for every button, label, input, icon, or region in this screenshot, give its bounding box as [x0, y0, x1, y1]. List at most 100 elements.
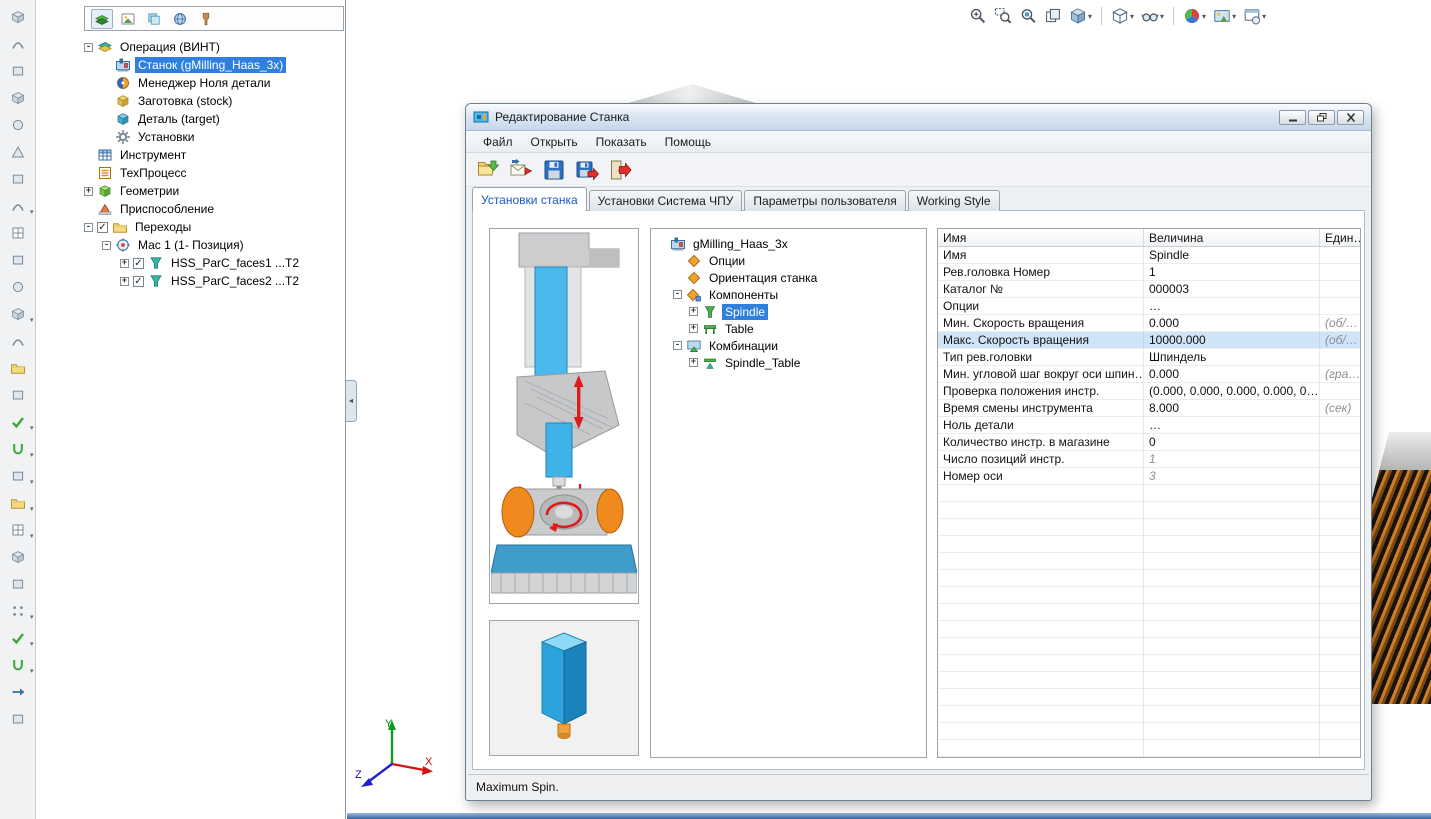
- property-row[interactable]: Каталог № 000003: [938, 281, 1360, 298]
- left-toolbar-button-1[interactable]: [3, 5, 33, 29]
- feature-tree-item-label[interactable]: HSS_ParC_faces1 ...T2: [168, 255, 302, 271]
- tab-1[interactable]: Установки станка: [472, 187, 587, 211]
- left-toolbar-button-6[interactable]: [3, 140, 33, 164]
- view-orientation-button[interactable]: ▾: [1066, 5, 1095, 27]
- property-row[interactable]: Номер оси 3: [938, 468, 1360, 485]
- save-machine-button[interactable]: [540, 156, 568, 184]
- feature-tree-item-label[interactable]: Инструмент: [117, 147, 189, 163]
- exit-editor-button[interactable]: [606, 156, 634, 184]
- feature-tree-item-8[interactable]: ТехПроцесс: [36, 164, 345, 182]
- open-machine-button[interactable]: [474, 156, 502, 184]
- props-column-header[interactable]: Величина: [1144, 229, 1320, 246]
- machine-tree-item-label[interactable]: Компоненты: [706, 287, 781, 303]
- previous-views-button[interactable]: [1041, 5, 1065, 27]
- close-button[interactable]: [1337, 109, 1364, 125]
- expand-plus-icon[interactable]: +: [120, 276, 129, 286]
- property-value[interactable]: 1: [1144, 264, 1320, 280]
- feature-tree-item-3[interactable]: Менеджер Ноля детали: [36, 74, 345, 92]
- tab-2[interactable]: Установки Система ЧПУ: [588, 190, 743, 211]
- left-toolbar-button-27[interactable]: [3, 707, 33, 731]
- feature-tree-item-13[interactable]: + ✓ HSS_ParC_faces1 ...T2: [36, 254, 345, 272]
- dropdown-caret-icon[interactable]: ▾: [1160, 12, 1164, 21]
- expand-plus-icon[interactable]: +: [689, 307, 698, 316]
- feature-tree-item-2[interactable]: Станок (gMilling_Haas_3x): [36, 56, 345, 74]
- feature-tree-item-label[interactable]: Геометрии: [117, 183, 182, 199]
- machine-tree-item-5[interactable]: + Spindle: [651, 303, 926, 320]
- view-settings-button[interactable]: ▾: [1240, 5, 1269, 27]
- dropdown-caret-icon[interactable]: ▾: [30, 668, 34, 675]
- dropdown-caret-icon[interactable]: ▾: [30, 425, 34, 432]
- left-toolbar-button-22[interactable]: [3, 572, 33, 596]
- feature-tree-item-12[interactable]: - Мас 1 (1- Позиция): [36, 236, 345, 254]
- left-toolbar-button-2[interactable]: [3, 32, 33, 56]
- expand-minus-icon[interactable]: -: [673, 341, 682, 350]
- feature-tree-item-5[interactable]: Деталь (target): [36, 110, 345, 128]
- feature-tree-item-label[interactable]: Деталь (target): [135, 111, 223, 127]
- left-toolbar-button-26[interactable]: [3, 680, 33, 704]
- panel-tab-image[interactable]: [117, 9, 139, 29]
- feature-tree-item-1[interactable]: - Операция (ВИНТ): [36, 38, 345, 56]
- machine-tree-item-label[interactable]: Ориентация станка: [706, 270, 820, 286]
- zoom-selection-button[interactable]: [1016, 5, 1040, 27]
- left-toolbar-button-8[interactable]: ▾: [3, 194, 34, 218]
- left-toolbar-button-14[interactable]: [3, 356, 33, 380]
- machine-tree-item-label[interactable]: gMilling_Haas_3x: [690, 236, 791, 252]
- left-toolbar-button-23[interactable]: ▾: [3, 599, 34, 623]
- feature-tree-item-9[interactable]: + Геометрии: [36, 182, 345, 200]
- feature-tree-item-7[interactable]: Инструмент: [36, 146, 345, 164]
- machine-tree-item-label[interactable]: Опции: [706, 253, 748, 269]
- property-row[interactable]: Проверка положения инстр. (0.000, 0.000, …: [938, 383, 1360, 400]
- property-value[interactable]: 10000.000: [1144, 332, 1320, 348]
- expand-minus-icon[interactable]: -: [84, 222, 93, 232]
- property-row[interactable]: Число позиций инстр. 1: [938, 451, 1360, 468]
- panel-tab-layers[interactable]: [143, 9, 165, 29]
- feature-tree-item-label[interactable]: Менеджер Ноля детали: [135, 75, 273, 91]
- menu-item-1[interactable]: Файл: [474, 132, 522, 152]
- machine-tree-item-3[interactable]: Ориентация станка: [651, 269, 926, 286]
- item-checkbox[interactable]: ✓: [97, 221, 108, 233]
- feature-tree-item-label[interactable]: Операция (ВИНТ): [117, 39, 223, 55]
- dropdown-caret-icon[interactable]: ▾: [1130, 12, 1134, 21]
- left-toolbar-button-25[interactable]: ▾: [3, 653, 34, 677]
- left-toolbar-button-16[interactable]: ▾: [3, 410, 34, 434]
- item-checkbox[interactable]: ✓: [133, 275, 144, 287]
- left-toolbar-button-7[interactable]: [3, 167, 33, 191]
- left-toolbar-button-4[interactable]: [3, 86, 33, 110]
- hide-show-items-button[interactable]: ▾: [1138, 5, 1167, 27]
- machine-tree-item-2[interactable]: Опции: [651, 252, 926, 269]
- zoom-area-button[interactable]: [991, 5, 1015, 27]
- dropdown-caret-icon[interactable]: ▾: [1232, 12, 1236, 21]
- restore-button[interactable]: [1308, 109, 1335, 125]
- minimize-button[interactable]: [1279, 109, 1306, 125]
- property-value[interactable]: 000003: [1144, 281, 1320, 297]
- property-row[interactable]: Макс. Скорость вращения 10000.000 (об/…: [938, 332, 1360, 349]
- property-row[interactable]: Тип рев.головки Шпиндель: [938, 349, 1360, 366]
- save-machine-as-button[interactable]: [573, 156, 601, 184]
- property-row[interactable]: Рев.головка Номер 1: [938, 264, 1360, 281]
- panel-collapse-handle[interactable]: ◄: [346, 380, 357, 422]
- property-row[interactable]: Мин. Скорость вращения 0.000 (об/…: [938, 315, 1360, 332]
- tab-4[interactable]: Working Style: [907, 190, 1000, 211]
- property-row[interactable]: Опции…: [938, 298, 1360, 315]
- machine-tree-item-label[interactable]: Комбинации: [706, 338, 781, 354]
- left-toolbar-button-15[interactable]: [3, 383, 33, 407]
- panel-tab-paint[interactable]: [195, 9, 217, 29]
- left-toolbar-button-21[interactable]: [3, 545, 33, 569]
- menu-item-4[interactable]: Помощь: [656, 132, 720, 152]
- display-style-button[interactable]: ▾: [1108, 5, 1137, 27]
- menu-item-2[interactable]: Открыть: [522, 132, 587, 152]
- tab-3[interactable]: Параметры пользователя: [744, 190, 906, 211]
- dropdown-caret-icon[interactable]: ▾: [30, 209, 34, 216]
- property-row[interactable]: Имя Spindle: [938, 247, 1360, 264]
- dropdown-caret-icon[interactable]: ▾: [30, 452, 34, 459]
- machine-tree-item-7[interactable]: - Комбинации: [651, 337, 926, 354]
- expand-plus-icon[interactable]: +: [689, 358, 698, 367]
- property-value[interactable]: …: [1144, 417, 1320, 433]
- left-toolbar-button-13[interactable]: [3, 329, 33, 353]
- import-machine-button[interactable]: [507, 156, 535, 184]
- props-column-header[interactable]: Един…: [1320, 229, 1360, 246]
- panel-tab-globe[interactable]: [169, 9, 191, 29]
- property-row[interactable]: Ноль детали…: [938, 417, 1360, 434]
- panel-tab-cam-manager[interactable]: [91, 8, 113, 29]
- machine-tree-item-label[interactable]: Table: [722, 321, 757, 337]
